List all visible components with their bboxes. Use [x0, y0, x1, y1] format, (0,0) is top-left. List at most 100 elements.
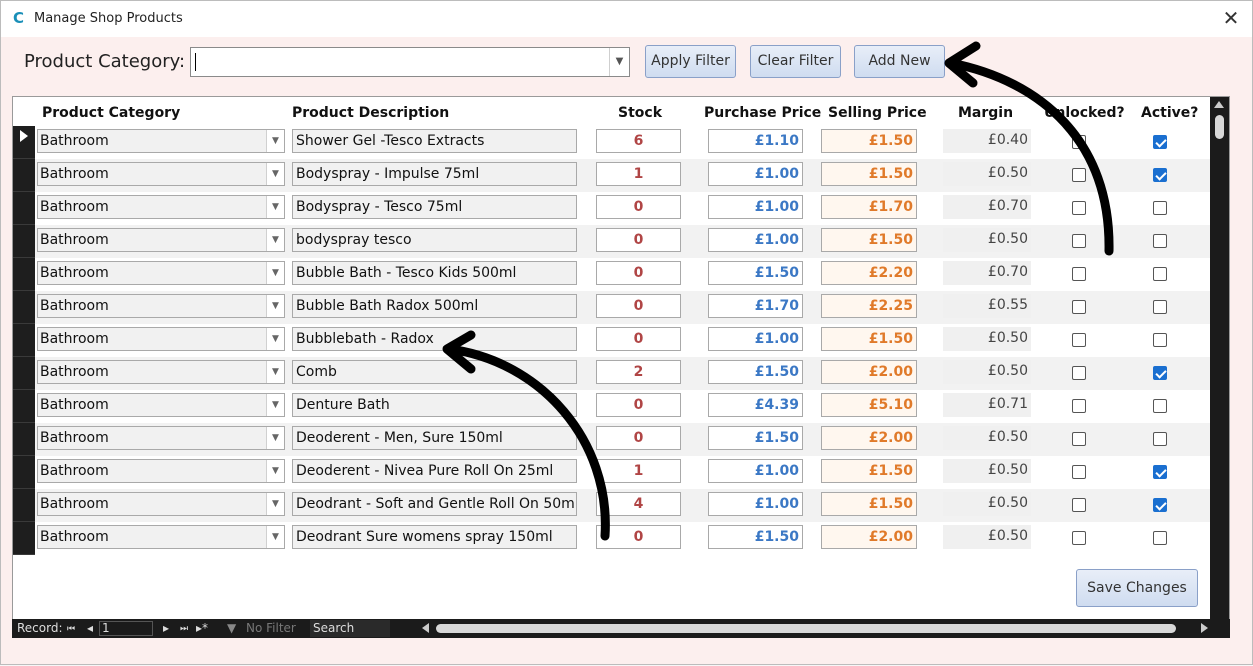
- chevron-down-icon[interactable]: ▼: [266, 427, 284, 449]
- stock-field[interactable]: 0: [596, 426, 681, 450]
- no-filter-label[interactable]: No Filter: [246, 621, 296, 636]
- purchase-price-field[interactable]: £1.50: [708, 426, 803, 450]
- purchase-price-field[interactable]: £1.10: [708, 129, 803, 153]
- chevron-down-icon[interactable]: ▼: [266, 130, 284, 152]
- table-row[interactable]: Bathroom ▼ Deoderent - Nivea Pure Roll On …: [13, 456, 1210, 489]
- chevron-down-icon[interactable]: ▼: [266, 460, 284, 482]
- unlocked-checkbox[interactable]: [1072, 366, 1086, 380]
- row-selector[interactable]: [13, 456, 35, 489]
- row-selector[interactable]: [13, 225, 35, 258]
- category-combo[interactable]: Bathroom ▼: [37, 525, 285, 549]
- stock-field[interactable]: 1: [596, 162, 681, 186]
- category-combo[interactable]: Bathroom ▼: [37, 360, 285, 384]
- chevron-down-icon[interactable]: ▼: [266, 295, 284, 317]
- category-combo[interactable]: Bathroom ▼: [37, 228, 285, 252]
- category-filter-combo[interactable]: ▼: [190, 47, 630, 77]
- chevron-down-icon[interactable]: ▼: [609, 48, 629, 76]
- apply-filter-button[interactable]: Apply Filter: [645, 45, 736, 78]
- category-combo[interactable]: Bathroom ▼: [37, 195, 285, 219]
- stock-field[interactable]: 0: [596, 327, 681, 351]
- category-combo[interactable]: Bathroom ▼: [37, 129, 285, 153]
- selling-price-field[interactable]: £2.00: [821, 525, 917, 549]
- selling-price-field[interactable]: £1.50: [821, 327, 917, 351]
- table-row[interactable]: Bathroom ▼ Shower Gel -Tesco Extracts 6 £1.1…: [13, 126, 1210, 159]
- selling-price-field[interactable]: £1.50: [821, 228, 917, 252]
- stock-field[interactable]: 0: [596, 393, 681, 417]
- row-selector[interactable]: [13, 192, 35, 225]
- chevron-down-icon[interactable]: ▼: [266, 163, 284, 185]
- description-field[interactable]: Bubble Bath - Tesco Kids 500ml: [292, 261, 577, 285]
- unlocked-checkbox[interactable]: [1072, 135, 1086, 149]
- chevron-down-icon[interactable]: ▼: [266, 262, 284, 284]
- selling-price-field[interactable]: £2.00: [821, 360, 917, 384]
- stock-field[interactable]: 4: [596, 492, 681, 516]
- row-selector[interactable]: [13, 522, 35, 555]
- scroll-up-icon[interactable]: [1214, 101, 1224, 108]
- vertical-scrollbar[interactable]: [1210, 97, 1229, 637]
- next-record-icon[interactable]: ▸: [163, 621, 169, 636]
- selling-price-field[interactable]: £1.50: [821, 459, 917, 483]
- chevron-down-icon[interactable]: ▼: [266, 394, 284, 416]
- row-selector[interactable]: [13, 390, 35, 423]
- purchase-price-field[interactable]: £1.00: [708, 195, 803, 219]
- active-checkbox[interactable]: [1153, 267, 1167, 281]
- row-selector[interactable]: [13, 423, 35, 456]
- category-combo[interactable]: Bathroom ▼: [37, 393, 285, 417]
- description-field[interactable]: Bubblebath - Radox: [292, 327, 577, 351]
- description-field[interactable]: Denture Bath: [292, 393, 577, 417]
- selling-price-field[interactable]: £5.10: [821, 393, 917, 417]
- chevron-down-icon[interactable]: ▼: [266, 328, 284, 350]
- unlocked-checkbox[interactable]: [1072, 201, 1086, 215]
- unlocked-checkbox[interactable]: [1072, 498, 1086, 512]
- selling-price-field[interactable]: £1.50: [821, 162, 917, 186]
- row-selector[interactable]: [13, 291, 35, 324]
- row-selector[interactable]: [13, 357, 35, 390]
- purchase-price-field[interactable]: £1.50: [708, 525, 803, 549]
- new-record-icon[interactable]: ▸*: [196, 621, 208, 636]
- active-checkbox[interactable]: [1153, 366, 1167, 380]
- vertical-scroll-thumb[interactable]: [1215, 115, 1224, 139]
- row-selector[interactable]: [13, 159, 35, 192]
- description-field[interactable]: Comb: [292, 360, 577, 384]
- selling-price-field[interactable]: £1.50: [821, 129, 917, 153]
- unlocked-checkbox[interactable]: [1072, 234, 1086, 248]
- purchase-price-field[interactable]: £1.00: [708, 492, 803, 516]
- table-row[interactable]: Bathroom ▼ Bodyspray - Tesco 75ml 0 £1.00 £1.…: [13, 192, 1210, 225]
- table-row[interactable]: Bathroom ▼ Bubble Bath - Tesco Kids 500ml 0…: [13, 258, 1210, 291]
- active-checkbox[interactable]: [1153, 300, 1167, 314]
- table-row[interactable]: Bathroom ▼ Bodyspray - Impulse 75ml 1 £1.00 £…: [13, 159, 1210, 192]
- purchase-price-field[interactable]: £1.00: [708, 228, 803, 252]
- stock-field[interactable]: 0: [596, 261, 681, 285]
- unlocked-checkbox[interactable]: [1072, 531, 1086, 545]
- scroll-left-icon[interactable]: [422, 623, 429, 633]
- description-field[interactable]: Bubble Bath Radox 500ml: [292, 294, 577, 318]
- stock-field[interactable]: 6: [596, 129, 681, 153]
- category-combo[interactable]: Bathroom ▼: [37, 492, 285, 516]
- unlocked-checkbox[interactable]: [1072, 432, 1086, 446]
- last-record-icon[interactable]: ⏭: [180, 622, 188, 637]
- category-combo[interactable]: Bathroom ▼: [37, 294, 285, 318]
- category-combo[interactable]: Bathroom ▼: [37, 261, 285, 285]
- close-icon[interactable]: ✕: [1220, 7, 1242, 29]
- selling-price-field[interactable]: £1.50: [821, 492, 917, 516]
- purchase-price-field[interactable]: £4.39: [708, 393, 803, 417]
- category-combo[interactable]: Bathroom ▼: [37, 426, 285, 450]
- chevron-down-icon[interactable]: ▼: [266, 229, 284, 251]
- active-checkbox[interactable]: [1153, 498, 1167, 512]
- stock-field[interactable]: 1: [596, 459, 681, 483]
- first-record-icon[interactable]: ⏮: [67, 622, 75, 637]
- selling-price-field[interactable]: £2.25: [821, 294, 917, 318]
- stock-field[interactable]: 0: [596, 525, 681, 549]
- scroll-right-icon[interactable]: [1201, 623, 1208, 633]
- active-checkbox[interactable]: [1153, 399, 1167, 413]
- stock-field[interactable]: 2: [596, 360, 681, 384]
- stock-field[interactable]: 0: [596, 195, 681, 219]
- description-field[interactable]: Deoderent - Nivea Pure Roll On 25ml: [292, 459, 577, 483]
- horizontal-scrollbar[interactable]: [420, 621, 1210, 636]
- purchase-price-field[interactable]: £1.00: [708, 327, 803, 351]
- table-row[interactable]: Bathroom ▼ Bubblebath - Radox 0 £1.00 £1.50 £0…: [13, 324, 1210, 357]
- active-checkbox[interactable]: [1153, 168, 1167, 182]
- active-checkbox[interactable]: [1153, 201, 1167, 215]
- table-row[interactable]: Bathroom ▼ bodyspray tesco 0 £1.00 £1.50 £0.50: [13, 225, 1210, 258]
- table-row[interactable]: Bathroom ▼ Deoderent - Men, Sure 150ml 0 £1.…: [13, 423, 1210, 456]
